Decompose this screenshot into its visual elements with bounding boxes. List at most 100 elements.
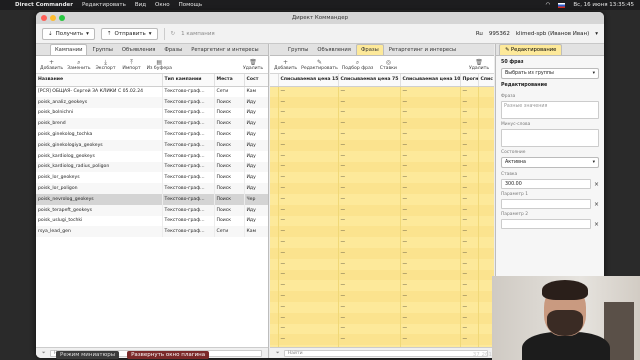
left-clipboard-button[interactable]: ▤ Из буфера	[147, 59, 172, 71]
left-search-button[interactable]: ⌕ Заменить	[67, 59, 90, 71]
minimize-window-button[interactable]	[50, 15, 56, 21]
campaign-row[interactable]: poisk_kardiolog_geokeys Текстово-граф... П…	[36, 150, 268, 162]
column-header-forecast[interactable]: Прогн...	[460, 74, 479, 87]
row-checkbox-cell[interactable]	[270, 280, 279, 292]
row-checkbox-cell[interactable]	[270, 172, 279, 184]
zoom-window-button[interactable]	[59, 15, 65, 21]
clear-param2-icon[interactable]: ×	[594, 221, 599, 228]
row-checkbox-cell[interactable]	[270, 204, 279, 216]
phrase-row[interactable]: ————	[270, 204, 494, 216]
column-header-spend[interactable]: Спис	[478, 74, 494, 87]
row-checkbox-cell[interactable]	[270, 323, 279, 335]
row-checkbox-cell[interactable]	[270, 150, 279, 162]
column-header-price-75[interactable]: Списываемая цена 75	[338, 74, 401, 87]
phrase-row[interactable]: ————	[270, 215, 494, 227]
phrase-row[interactable]: ————	[270, 150, 494, 162]
column-header-type[interactable]: Тип кампании	[162, 74, 215, 87]
phrase-row[interactable]: ————	[270, 161, 494, 173]
miniature-mode-button[interactable]: Режим миниатюры	[56, 351, 120, 359]
left-download-button[interactable]: ⤓ Экспорт	[95, 59, 117, 71]
column-header-checkbox[interactable]	[270, 74, 279, 87]
phrase-row[interactable]: ————	[270, 312, 494, 324]
row-checkbox-cell[interactable]	[270, 183, 279, 194]
campaign-row[interactable]: poisk_ginekolog_tochka Текстово-граф... По…	[36, 129, 268, 140]
left-upload-button[interactable]: ⤒ Импорт	[121, 59, 143, 71]
phrase-row[interactable]: ————	[270, 269, 494, 281]
mid-magnifier-button[interactable]: ⌕ Подбор фраз	[342, 59, 374, 71]
row-checkbox-cell[interactable]	[270, 258, 279, 270]
expand-plugin-button[interactable]: Развернуть окно плагина	[127, 351, 210, 359]
row-checkbox-cell[interactable]	[270, 193, 279, 205]
phrase-row[interactable]: ————	[270, 280, 494, 292]
flag-icon[interactable]	[558, 2, 566, 8]
tab-phrases[interactable]: Фразы	[355, 44, 384, 55]
phrase-row[interactable]: ————	[270, 334, 494, 346]
row-checkbox-cell[interactable]	[270, 247, 279, 259]
row-checkbox-cell[interactable]	[270, 237, 279, 248]
row-checkbox-cell[interactable]	[270, 269, 279, 281]
column-header-name[interactable]: Название	[36, 74, 163, 87]
wifi-icon[interactable]: ◠	[546, 2, 551, 8]
tab-ads[interactable]: Объявления	[313, 45, 355, 55]
phrase-row[interactable]: ————	[270, 193, 494, 205]
left-plus-button[interactable]: + Добавить	[40, 59, 63, 71]
column-header-price-15[interactable]: Списываемая цена 15	[278, 74, 339, 87]
delete-button[interactable]: 🗑 Удалить	[242, 59, 264, 71]
minus-words-field[interactable]	[501, 129, 599, 147]
row-checkbox-cell[interactable]	[270, 301, 279, 313]
row-checkbox-cell[interactable]	[270, 118, 279, 130]
column-header-price-100[interactable]: Списываемая цена 100	[400, 74, 461, 87]
status-dropdown[interactable]: Активна ▾	[501, 157, 599, 168]
send-button[interactable]: ⇡ Отправить ▾	[100, 27, 158, 40]
row-checkbox-cell[interactable]	[270, 129, 279, 140]
phrase-row[interactable]: ————	[270, 86, 494, 97]
column-header-state[interactable]: Сост	[244, 74, 268, 87]
phrase-row[interactable]: ————	[270, 96, 494, 108]
phrase-row[interactable]: ————	[270, 323, 494, 335]
tab-ads[interactable]: Объявления	[118, 45, 160, 55]
user-selector[interactable]: klimed-spb (Иванов Иван)	[516, 31, 589, 37]
row-checkbox-cell[interactable]	[270, 291, 279, 302]
menubar-item-edit[interactable]: Редактировать	[82, 2, 126, 8]
campaign-row[interactable]: poisk_kardiolog_radius_poligon Текстово-г…	[36, 161, 268, 173]
menubar-app-name[interactable]: Direct Commander	[15, 2, 73, 8]
row-checkbox-cell[interactable]	[270, 334, 279, 346]
campaign-row[interactable]: poisk_brend Текстово-граф... Поиск Иду	[36, 118, 268, 130]
account-id[interactable]: 995362	[489, 31, 510, 37]
phrase-row[interactable]: ————	[270, 301, 494, 313]
campaign-row[interactable]: poisk_bolnichni Текстово-граф... Поиск Иду	[36, 107, 268, 119]
campaign-row[interactable]: poisk_nevrolog_geokeys Текстово-граф... По…	[36, 193, 268, 205]
column-header-places[interactable]: Места	[214, 74, 245, 87]
menubar-item-help[interactable]: Помощь	[179, 2, 202, 8]
campaign-row[interactable]: rsya_lead_gen Текстово-граф... Сети Кам	[36, 226, 268, 238]
phrase-row[interactable]: ————	[270, 258, 494, 270]
phrase-row[interactable]: ————	[270, 129, 494, 140]
language-label[interactable]: Ru	[476, 31, 483, 37]
get-button[interactable]: ⇣ Получить ▾	[42, 27, 95, 40]
phrase-row[interactable]: ————	[270, 226, 494, 238]
bid-input[interactable]: 300.00	[501, 179, 591, 189]
select-from-group-dropdown[interactable]: Выбрать из группы ▾	[501, 68, 599, 79]
phrase-row[interactable]: ————	[270, 172, 494, 184]
tab-phrases[interactable]: Фразы	[160, 45, 186, 55]
menubar-item-window[interactable]: Окно	[155, 2, 170, 8]
tab-retargeting[interactable]: Ретаргетинг и интересы	[187, 45, 262, 55]
tab-editing[interactable]: ✎ Редактирование	[499, 44, 563, 55]
row-checkbox-cell[interactable]	[270, 96, 279, 108]
refresh-icon[interactable]: ↻	[171, 31, 176, 37]
param1-input[interactable]	[501, 199, 591, 209]
row-checkbox-cell[interactable]	[270, 86, 279, 97]
tab-groups[interactable]: Группы	[284, 45, 312, 55]
phrase-row[interactable]: ————	[270, 291, 494, 302]
row-checkbox-cell[interactable]	[270, 139, 279, 151]
row-checkbox-cell[interactable]	[270, 215, 279, 227]
phrase-row[interactable]: ————	[270, 118, 494, 130]
close-window-button[interactable]	[41, 15, 47, 21]
campaign-row[interactable]: poisk_lor_poligon Текстово-граф... Поиск Ид…	[36, 183, 268, 194]
phrase-row[interactable]: ————	[270, 247, 494, 259]
clear-param1-icon[interactable]: ×	[594, 201, 599, 208]
row-checkbox-cell[interactable]	[270, 161, 279, 173]
tab-retargeting[interactable]: Ретаргетинг и интересы	[385, 45, 460, 55]
menubar-item-view[interactable]: Вид	[135, 2, 146, 8]
tab-campaigns[interactable]: Кампании	[50, 44, 88, 55]
